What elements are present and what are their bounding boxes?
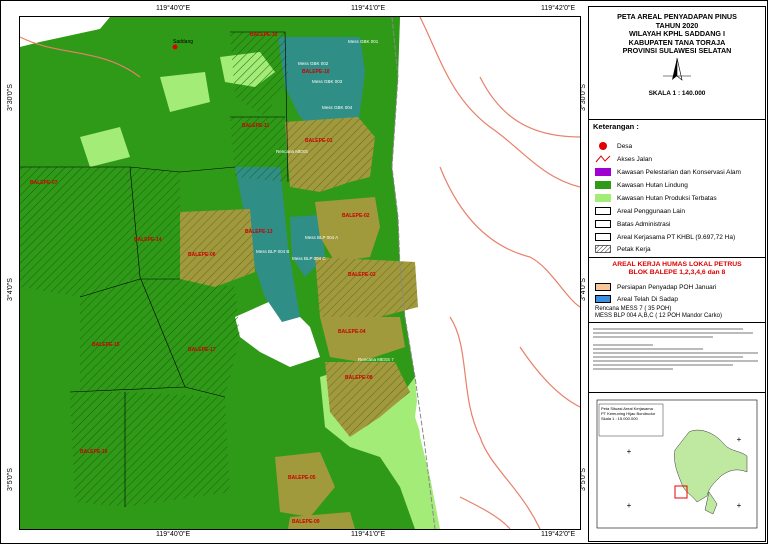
- hatched-plot-w1: [20, 167, 140, 297]
- block-label-01: BALEPE-01: [305, 138, 333, 144]
- mess-label-gbk-002: Mess GBK 002: [298, 61, 329, 66]
- coord-right-3: 3°5'0"S: [580, 468, 587, 491]
- coord-right-1: 3°30'0"S: [580, 84, 587, 111]
- mess-label-blp-004b: Mess BLP 004 B: [256, 249, 290, 254]
- legend-item-admin: Batas Administrasi: [595, 219, 670, 229]
- cooperation-area-swatch: [595, 233, 611, 241]
- work-area-box: AREAL KERJA HUMAS LOKAL PETRUS BLOK BALE…: [589, 257, 765, 323]
- work-area-item-tapped: Areal Telah Di Sadap: [595, 294, 678, 304]
- legend-item-production: Kawasan Hutan Produksi Terbatas: [595, 193, 717, 203]
- block-label-08: BALEPE-08: [345, 375, 373, 381]
- road-line-icon: [595, 155, 611, 163]
- village-dot-icon: [599, 142, 607, 150]
- legend-item-hatched: Petak Kerja: [595, 244, 651, 254]
- title-box: PETA AREAL PENYADAPAN PINUS TAHUN 2020 W…: [589, 7, 765, 120]
- coord-left-2: 3°4'0"S: [7, 278, 14, 301]
- map-frame: 119°40'0"E 119°41'0"E 119°42'0"E 119°40'…: [0, 0, 768, 544]
- village-dot-icon: [172, 44, 178, 50]
- coord-bottom-1: 119°40'0"E: [156, 531, 191, 538]
- coord-bottom-2: 119°41'0"E: [351, 531, 386, 538]
- coord-left-1: 3°30'0"S: [7, 84, 14, 111]
- mess-label-gbk-003: Mess GBK 003: [312, 79, 343, 84]
- svg-text:+: +: [737, 435, 742, 444]
- hatched-block-06: [180, 209, 255, 287]
- mess-label-blp-004a: Mess BLP 004 A: [305, 235, 339, 240]
- mess-label-gbk-001: Mess GBK 001: [348, 39, 379, 44]
- work-area-note-1: Rencana MESS 7 ( 35 POH): [595, 306, 672, 312]
- hatched-plot-w3: [80, 279, 185, 392]
- other-use-swatch: [595, 207, 611, 215]
- work-area-title-1: AREAL KERJA HUMAS LOKAL PETRUS: [612, 261, 742, 268]
- legend-item-road: Akses Jalan: [595, 154, 652, 164]
- block-label-10: BALEPE-10: [302, 69, 330, 75]
- inset-label-3: Skala 1 : 15.000.000: [601, 416, 638, 421]
- block-label-03: BALEPE-03: [348, 272, 376, 278]
- map-canvas[interactable]: Saddang BALEPE-12 BALEPE-10 BALEPE-11 BA…: [19, 16, 581, 530]
- block-label-13: BALEPE-13: [245, 229, 273, 235]
- tapped-area-swatch: [595, 295, 611, 303]
- block-label-17: BALEPE-17: [188, 347, 216, 353]
- legend-item-conservation: Kawasan Pelestarian dan Konservasi Alam: [595, 167, 741, 177]
- block-label-04: BALEPE-04: [338, 329, 366, 335]
- sources-box: [589, 322, 765, 393]
- conservation-swatch: [595, 168, 611, 176]
- preparation-swatch: [595, 283, 611, 291]
- work-area-note-2: MESS BLP 004 A,B,C ( 12 POH Mandor Carko…: [595, 313, 722, 319]
- block-label-12: BALEPE-12: [250, 32, 278, 38]
- coord-left-3: 3°5'0"S: [7, 468, 14, 491]
- hatched-block-03: [315, 257, 418, 317]
- legend-item-village: Desa: [595, 141, 632, 151]
- block-label-16: BALEPE-16: [80, 449, 108, 455]
- block-label-14: BALEPE-14: [134, 237, 162, 243]
- mess-label-rencana-1: Rencana MESS: [276, 149, 309, 154]
- mess-label-gbk-004: Mess GBK 004: [322, 105, 353, 110]
- svg-text:+: +: [627, 501, 632, 510]
- mess-label-blp-004c: Mess BLP 004 C: [292, 256, 326, 261]
- legend-heading: Keterangan :: [593, 122, 639, 131]
- hatched-plot-sw2: [125, 392, 230, 507]
- scale-text: SKALA 1 : 140.000: [648, 89, 706, 97]
- admin-boundary-swatch: [595, 220, 611, 228]
- coord-bottom-3: 119°42'0"E: [541, 531, 576, 538]
- block-label-06: BALEPE-06: [188, 252, 216, 258]
- inset-map-box: + + + + Peta Situasi Areal Kerjasama PT …: [589, 392, 765, 541]
- block-label-07: BALEPE-07: [30, 180, 58, 186]
- hatched-swatch: [595, 245, 611, 253]
- legend-item-protected: Kawasan Hutan Lindung: [595, 180, 688, 190]
- coord-right-2: 3°4'0"S: [580, 278, 587, 301]
- coord-top-2: 119°41'0"E: [351, 5, 386, 12]
- block-label-05: BALEPE-05: [288, 475, 316, 481]
- svg-text:+: +: [737, 501, 742, 510]
- work-area-title-2: BLOK BALEPE 1,2,3,4,6 dan 8: [628, 269, 726, 276]
- coord-top-3: 119°42'0"E: [541, 5, 576, 12]
- map-info-panel: PETA AREAL PENYADAPAN PINUS TAHUN 2020 W…: [588, 6, 766, 542]
- work-area-item-preparation: Persiapan Penyadap POH Januari: [595, 282, 716, 292]
- village-label: Saddang: [173, 39, 194, 45]
- north-arrow-icon: [663, 57, 691, 81]
- sources-fine-print: [589, 322, 765, 370]
- block-label-15: BALEPE-15: [92, 342, 120, 348]
- mess-label-rencana-7: Rencana MESS 7: [358, 357, 394, 362]
- block-label-09: BALEPE-09: [292, 519, 320, 525]
- block-label-02: BALEPE-02: [342, 213, 370, 219]
- svg-text:+: +: [627, 447, 632, 456]
- legend-item-other-use: Areal Penggunaan Lain: [595, 206, 685, 216]
- legend-box: Keterangan : Desa Akses Jalan Kawasan Pe…: [589, 119, 765, 258]
- production-forest-swatch: [595, 194, 611, 202]
- protected-forest-swatch: [595, 181, 611, 189]
- title-line-5: PROVINSI SULAWESI SELATAN: [622, 46, 732, 55]
- block-label-11: BALEPE-11: [242, 123, 270, 129]
- legend-item-cooperation: Areal Kerjasama PT KHBL (9.697,72 Ha): [595, 232, 735, 242]
- coord-top-1: 119°40'0"E: [156, 5, 191, 12]
